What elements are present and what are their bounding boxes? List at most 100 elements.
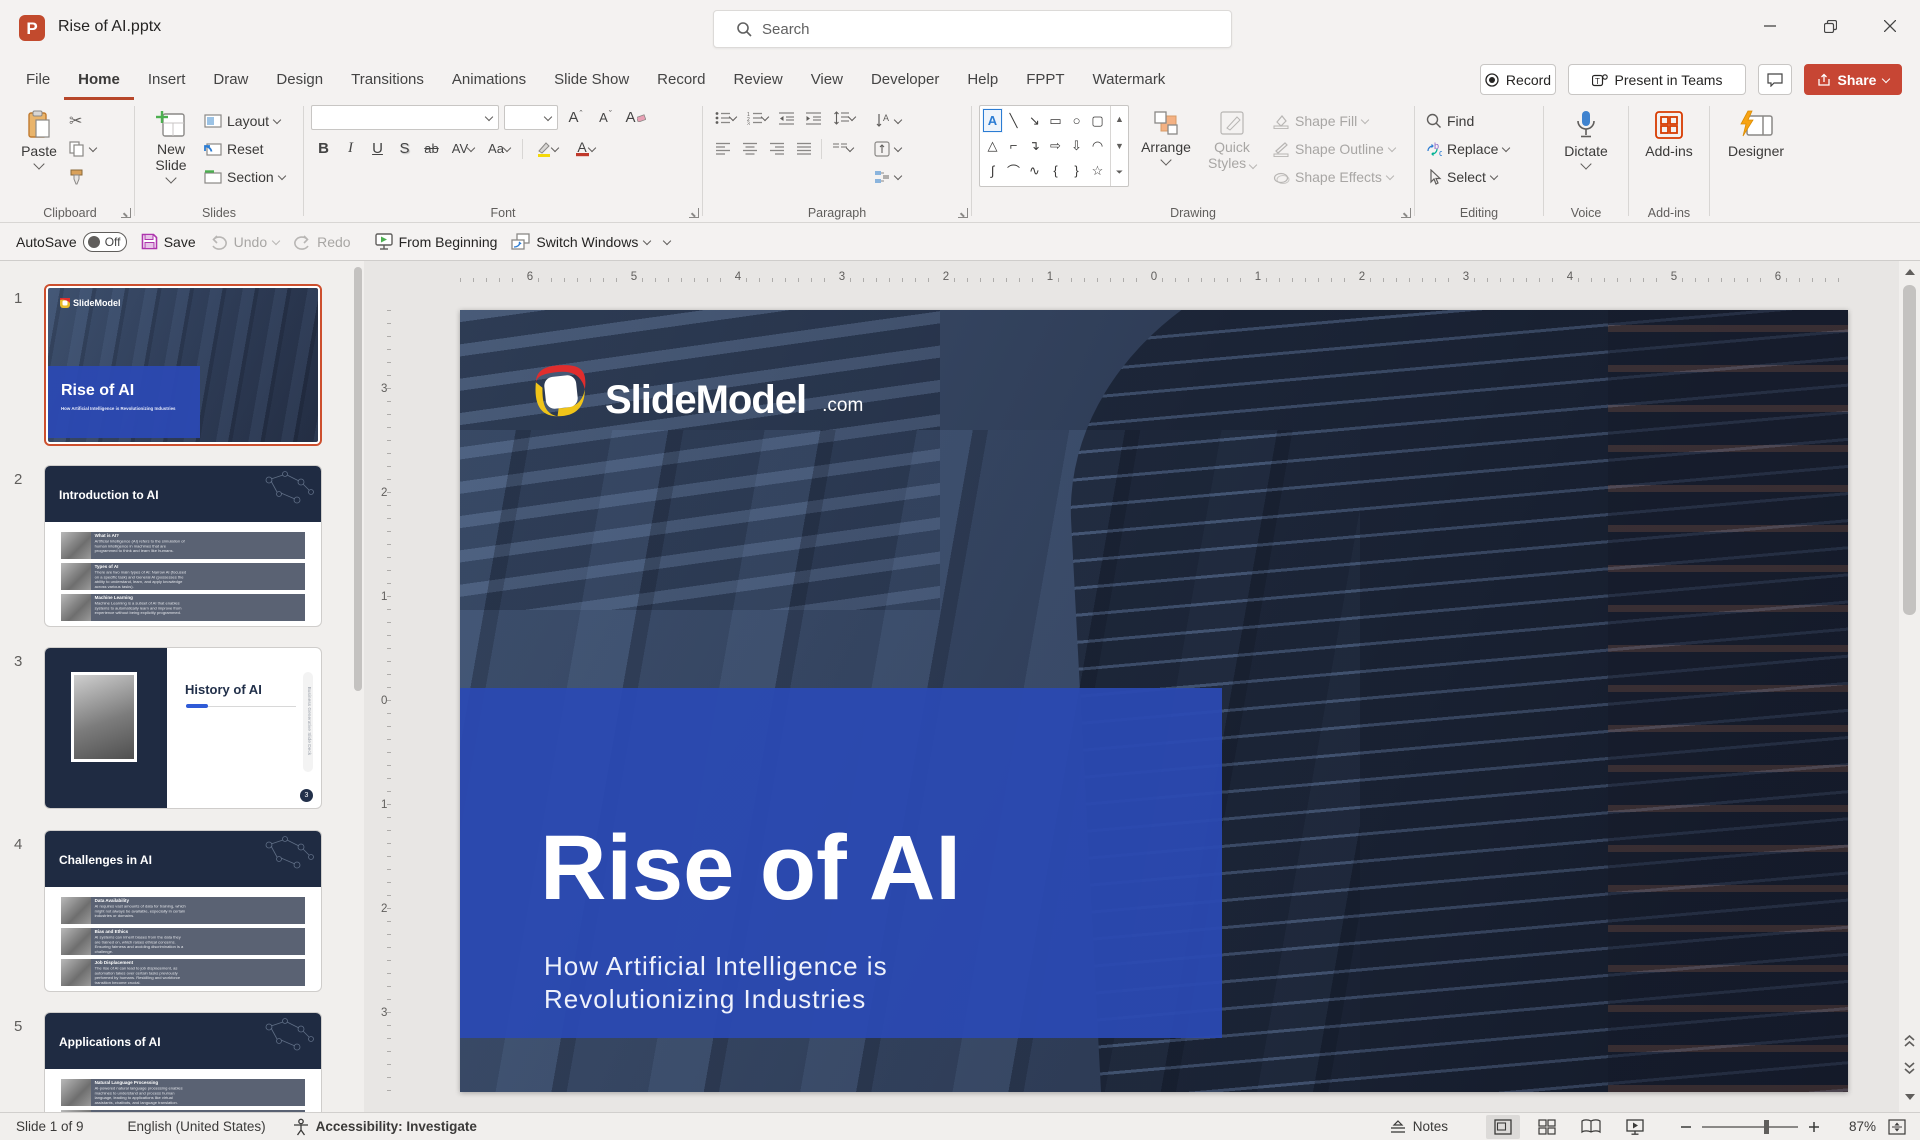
thumbnail-scrollbar-thumb[interactable] [354,267,362,691]
notes-button[interactable]: Notes [1389,1119,1448,1134]
justify-button[interactable] [791,136,816,161]
shape-option-15[interactable]: { [1045,158,1066,183]
paste-button[interactable]: Paste [13,105,65,197]
shape-option-13[interactable]: ⌒ [1003,158,1024,183]
thumbnail-slide-4[interactable]: Challenges in AI Data AvailabilityAI req… [44,830,322,992]
shrink-font-button[interactable]: Aˇ [593,105,618,130]
format-painter-button[interactable] [65,164,100,190]
zoom-slider-knob[interactable] [1764,1120,1769,1134]
decrease-indent-button[interactable] [774,105,799,130]
slide-counter[interactable]: Slide 1 of 9 [16,1119,84,1134]
shape-option-7[interactable]: ⌐ [1003,133,1024,158]
section-button[interactable]: Section [200,164,289,190]
reset-button[interactable]: Reset [200,136,289,162]
copy-button[interactable] [65,136,100,162]
grow-font-button[interactable]: Aˆ [563,105,588,130]
quick-styles-button[interactable]: QuickStyles [1203,105,1261,197]
tab-view[interactable]: View [797,59,857,100]
shape-option-0[interactable]: A [982,108,1003,133]
dictate-button[interactable]: Dictate [1554,105,1618,197]
shape-option-5[interactable]: ▢ [1087,108,1108,133]
shapes-scroll-up[interactable]: ▲ [1111,106,1128,133]
columns-button[interactable] [827,136,859,161]
tab-file[interactable]: File [12,59,64,100]
font-size-combo[interactable] [504,105,558,130]
zoom-in-button[interactable] [1808,1121,1820,1133]
tab-fppt[interactable]: FPPT [1012,59,1078,100]
shape-option-9[interactable]: ⇨ [1045,133,1066,158]
thumbnail-panel-scrollbar[interactable] [352,261,364,1112]
autosave-control[interactable]: AutoSave Off [16,232,127,252]
normal-view-button[interactable] [1486,1115,1520,1139]
next-slide-button[interactable] [1899,1057,1920,1079]
underline-button[interactable]: U [365,136,390,161]
bullets-button[interactable] [710,105,740,130]
shape-option-8[interactable]: ↴ [1024,133,1045,158]
tab-record[interactable]: Record [643,59,719,100]
tab-draw[interactable]: Draw [199,59,262,100]
shape-option-17[interactable]: ☆ [1087,158,1108,183]
shape-option-12[interactable]: ∫ [982,158,1003,183]
clear-formatting-button[interactable]: A [623,105,648,130]
shape-option-14[interactable]: ∿ [1024,158,1045,183]
italic-button[interactable]: I [338,136,363,161]
shape-option-3[interactable]: ▭ [1045,108,1066,133]
shape-option-10[interactable]: ⇩ [1066,133,1087,158]
align-center-button[interactable] [737,136,762,161]
line-spacing-button[interactable] [828,105,860,130]
search-input[interactable]: Search [713,10,1232,48]
font-dialog-launcher[interactable] [689,208,699,218]
record-button[interactable]: Record [1480,64,1556,95]
thumbnail-slide-3[interactable]: History of AI Business Generative Slide … [44,647,322,809]
slide-editing-surface[interactable]: SlideModel.com Rise of AI How Artificial… [460,310,1848,1092]
align-right-button[interactable] [764,136,789,161]
tab-home[interactable]: Home [64,59,134,100]
accessibility-checker[interactable]: Accessibility: Investigate [292,1118,477,1136]
increase-indent-button[interactable] [801,105,826,130]
slideshow-view-button[interactable] [1618,1115,1652,1139]
arrange-button[interactable]: Arrange [1137,105,1195,197]
from-beginning-button[interactable]: From Beginning [375,233,498,250]
scroll-up-button[interactable] [1899,261,1920,283]
reading-view-button[interactable] [1574,1115,1608,1139]
tab-design[interactable]: Design [262,59,337,100]
shape-option-6[interactable]: △ [982,133,1003,158]
new-slide-button[interactable]: NewSlide [142,105,200,197]
layout-button[interactable]: Layout [200,108,289,134]
undo-button[interactable]: Undo [210,234,279,250]
select-button[interactable]: Select [1422,164,1513,190]
title-block[interactable]: Rise of AI How Artificial Intelligence i… [460,688,1222,1038]
previous-slide-button[interactable] [1899,1030,1920,1052]
minimize-button[interactable] [1740,0,1800,52]
shapes-scroll-down[interactable]: ▼ [1111,133,1128,160]
main-scrollbar-thumb[interactable] [1903,285,1916,615]
find-button[interactable]: Find [1422,108,1513,134]
scroll-down-button[interactable] [1899,1086,1920,1108]
close-button[interactable] [1860,0,1920,52]
tab-insert[interactable]: Insert [134,59,200,100]
autosave-toggle[interactable]: Off [83,232,127,252]
shape-option-11[interactable]: ◠ [1087,133,1108,158]
shape-effects-button[interactable]: Shape Effects [1269,164,1399,190]
zoom-out-button[interactable] [1680,1121,1692,1133]
shape-option-2[interactable]: ↘ [1024,108,1045,133]
replace-button[interactable]: bc Replace [1422,136,1513,162]
save-button[interactable]: Save [141,233,196,250]
cut-button[interactable]: ✂ [65,108,100,134]
text-direction-button[interactable]: A [870,108,905,134]
shape-option-16[interactable]: } [1066,158,1087,183]
numbering-button[interactable]: 123 [742,105,772,130]
tab-developer[interactable]: Developer [857,59,953,100]
shape-fill-button[interactable]: Shape Fill [1269,108,1399,134]
shape-option-4[interactable]: ○ [1066,108,1087,133]
change-case-button[interactable]: Aa [482,136,516,161]
tab-transitions[interactable]: Transitions [337,59,438,100]
thumbnail-slide-5[interactable]: Applications of AI Natural Language Proc… [44,1012,322,1112]
tab-watermark[interactable]: Watermark [1079,59,1180,100]
highlight-color-button[interactable] [529,136,565,161]
tab-review[interactable]: Review [720,59,797,100]
align-left-button[interactable] [710,136,735,161]
share-button[interactable]: Share [1804,64,1902,95]
convert-smartart-button[interactable] [870,164,905,190]
fit-slide-button[interactable] [1888,1119,1906,1135]
